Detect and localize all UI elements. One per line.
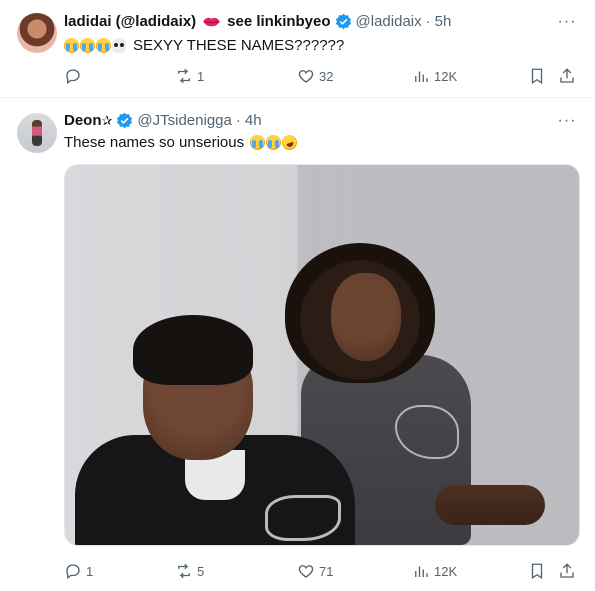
views-count: 12K [434,563,458,579]
separator-dot: · [425,13,431,30]
crying-face-icon [266,135,282,150]
verified-badge-icon [117,112,133,129]
share-icon [560,68,574,83]
tweet-body: These names so unserious [64,134,245,151]
bookmark-icon [531,563,543,580]
reply-icon [66,69,80,85]
tweet-media-image[interactable] [64,164,580,546]
share-button[interactable] [558,561,576,581]
reply-icon [66,564,80,580]
name-star-suffix: ✰ [101,113,113,128]
repost-icon [178,563,190,579]
bookmark-icon [531,68,543,85]
like-count: 32 [319,68,334,84]
tweet-text: SEXYY THESE NAMES?????? [64,36,344,55]
kiss-mark-icon [203,17,221,27]
repost-button[interactable]: 5 [175,561,204,581]
reply-button[interactable]: 1 [64,561,93,581]
tweet-text: These names so unserious [64,132,300,153]
avatar[interactable] [17,13,57,53]
views-count: 12K [434,68,458,84]
emoji-group [64,38,127,53]
tweet-header: Deon ✰ @JTsidenigga · 4h [64,111,262,130]
repost-icon [178,68,190,84]
tweet-actions: 1 32 12K [64,66,579,86]
crying-face-icon [80,38,95,53]
rolling-laughing-face-icon [279,132,300,153]
tweet-header: ladidai (@ladidaix) see linkinbyeo @ladi… [64,12,451,31]
tweet[interactable]: ladidai (@ladidaix) see linkinbyeo @ladi… [0,0,595,98]
user-handle[interactable]: @JTsidenigga [137,111,231,130]
share-button[interactable] [558,66,576,86]
tweet-body: SEXYY THESE NAMES?????? [133,37,345,54]
share-icon [560,563,574,578]
like-button[interactable]: 32 [297,66,333,86]
display-name[interactable]: ladidai (@ladidaix) [64,12,196,31]
timestamp[interactable]: 4h [245,111,262,130]
analytics-icon [415,566,428,577]
crying-face-icon [64,38,79,53]
reply-count: 1 [86,563,94,579]
bookmark-button[interactable] [528,66,546,86]
analytics-icon [415,71,428,82]
more-options-icon[interactable]: ··· [557,12,577,32]
crying-face-icon [96,38,111,53]
verified-badge-icon [335,13,351,30]
tweet-actions: 1 5 71 12K [64,561,579,581]
user-handle[interactable]: @ladidaix [356,12,422,31]
emoji-group [250,132,300,153]
more-options-icon[interactable]: ··· [557,111,577,131]
separator-dot: · [235,112,241,129]
views-button[interactable]: 12K [412,66,457,86]
bookmark-button[interactable] [528,561,546,581]
display-name-extra[interactable]: see linkinbyeo [227,12,330,31]
repost-count: 1 [197,68,205,84]
timestamp[interactable]: 5h [435,12,452,31]
repost-count: 5 [197,563,205,579]
like-count: 71 [319,563,334,579]
crying-face-icon [250,135,266,150]
skull-icon [112,38,126,53]
display-name[interactable]: Deon [64,111,102,130]
avatar[interactable] [17,113,57,153]
views-button[interactable]: 12K [412,561,457,581]
like-button[interactable]: 71 [297,561,333,581]
heart-icon [298,565,314,578]
reply-button[interactable] [64,66,86,86]
heart-icon [298,70,314,83]
tweet[interactable]: Deon ✰ @JTsidenigga · 4h ··· These names… [0,98,595,591]
repost-button[interactable]: 1 [175,66,204,86]
